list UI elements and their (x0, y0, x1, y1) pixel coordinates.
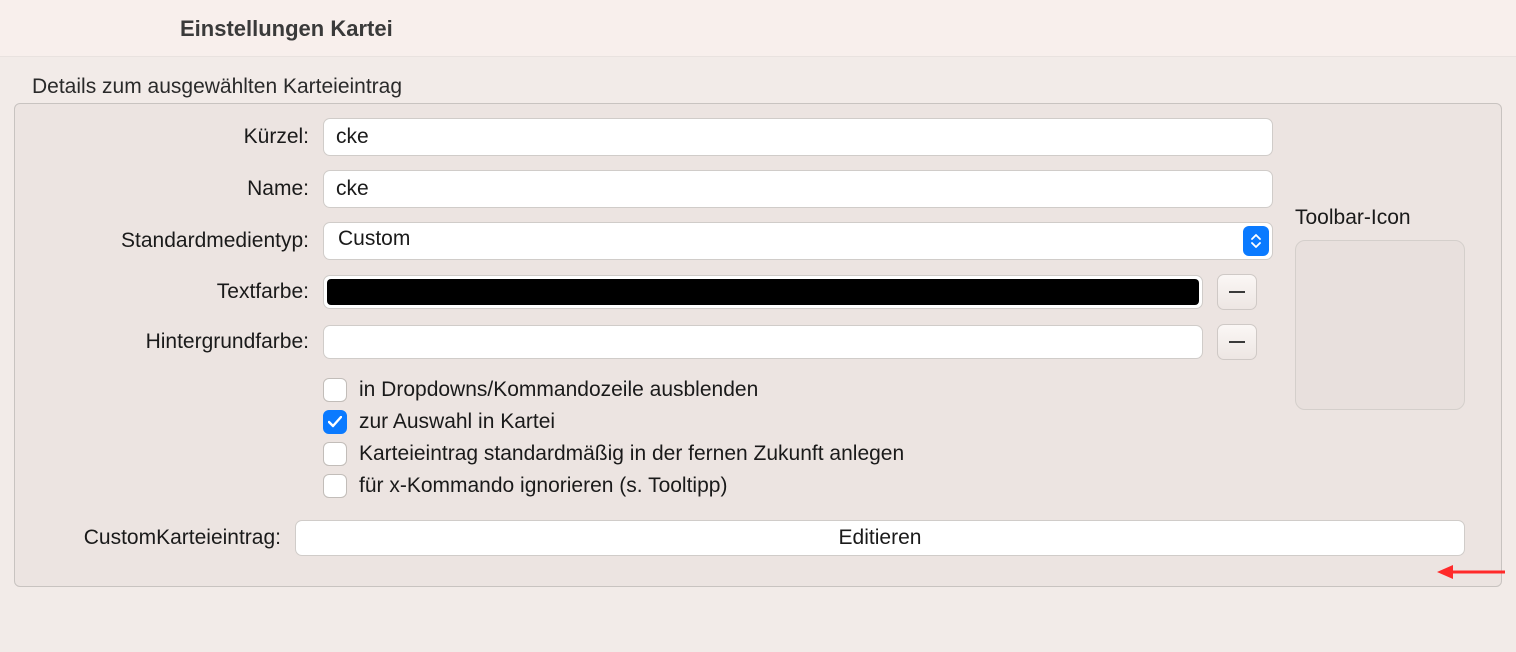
textfarbe-row (323, 274, 1273, 310)
checkbox-zur-auswahl[interactable] (323, 410, 347, 434)
minus-icon (1229, 341, 1245, 343)
label-name: Name: (29, 177, 309, 201)
checkbox-hide-in-dropdowns[interactable] (323, 378, 347, 402)
clear-bgcolor-button[interactable] (1217, 324, 1257, 360)
checkbox-ferne-zukunft[interactable] (323, 442, 347, 466)
color-preview-bg (327, 329, 1199, 355)
minus-icon (1229, 291, 1245, 293)
edit-button[interactable]: Editieren (295, 520, 1465, 556)
custom-entry-row: CustomKarteieintrag: Editieren (29, 520, 1487, 556)
select-medientyp[interactable]: Custom (323, 222, 1273, 260)
toolbar-icon-section: Toolbar-Icon (1295, 206, 1467, 410)
label-textfarbe: Textfarbe: (29, 280, 309, 304)
checkbox-label-future: Karteieintrag standardmäßig in der ferne… (359, 442, 904, 466)
label-custom: CustomKarteieintrag: (29, 526, 281, 550)
checkbox-row-xcmd: für x-Kommando ignorieren (s. Tooltipp) (323, 474, 1273, 498)
checkbox-row-hide: in Dropdowns/Kommandozeile ausblenden (323, 378, 1273, 402)
content-area: Details zum ausgewählten Karteieintrag T… (0, 57, 1516, 587)
annotation-arrow-icon (1435, 560, 1507, 584)
checkbox-label-select: zur Auswahl in Kartei (359, 410, 555, 434)
checkbox-label-xcmd: für x-Kommando ignorieren (s. Tooltipp) (359, 474, 727, 498)
toolbar-icon-well[interactable] (1295, 240, 1465, 410)
spacer-label (29, 374, 309, 378)
color-swatch-bg[interactable] (323, 325, 1203, 359)
fieldset-legend: Details zum ausgewählten Karteieintrag (14, 75, 1502, 99)
toolbar-icon-label: Toolbar-Icon (1295, 206, 1467, 230)
label-medientyp: Standardmedientyp: (29, 229, 309, 253)
details-fieldset: Toolbar-Icon Kürzel: Name: Standardmedie… (14, 103, 1502, 587)
window-title: Einstellungen Kartei (180, 16, 1516, 42)
form-grid: Kürzel: Name: Standardmedientyp: Custom … (29, 118, 1487, 506)
checkbox-row-future: Karteieintrag standardmäßig in der ferne… (323, 442, 1273, 466)
color-preview-text (327, 279, 1199, 305)
input-kuerzel[interactable] (323, 118, 1273, 156)
color-swatch-text[interactable] (323, 275, 1203, 309)
checkbox-label-hide: in Dropdowns/Kommandozeile ausblenden (359, 378, 758, 402)
checkbox-row-select: zur Auswahl in Kartei (323, 410, 1273, 434)
clear-textcolor-button[interactable] (1217, 274, 1257, 310)
label-hintergrundfarbe: Hintergrundfarbe: (29, 330, 309, 354)
hintergrundfarbe-row (323, 324, 1273, 360)
window-header: Einstellungen Kartei (0, 0, 1516, 57)
input-name[interactable] (323, 170, 1273, 208)
label-kuerzel: Kürzel: (29, 125, 309, 149)
checkbox-xkommando-ignore[interactable] (323, 474, 347, 498)
checkbox-group: in Dropdowns/Kommandozeile ausblenden zu… (323, 374, 1273, 506)
select-medientyp-wrap: Custom (323, 222, 1273, 260)
